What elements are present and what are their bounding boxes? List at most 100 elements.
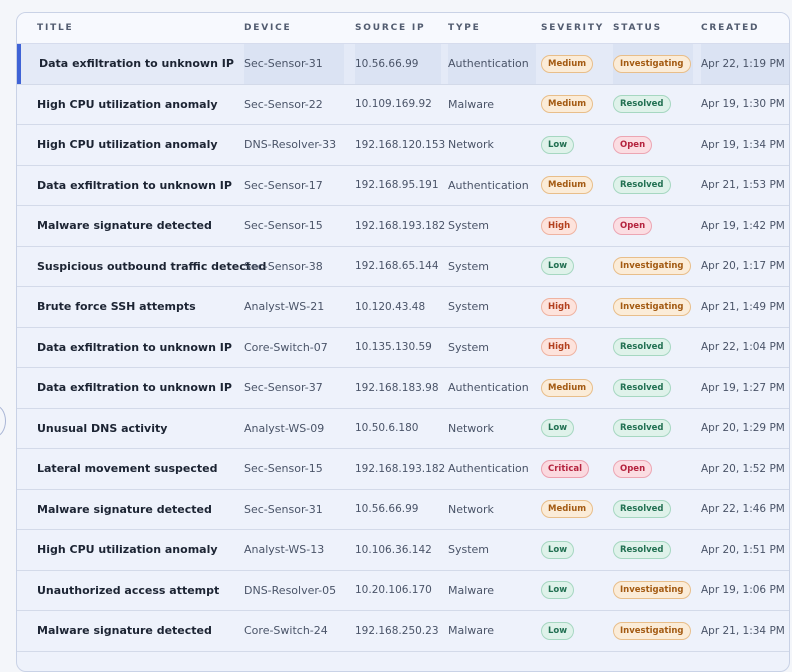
device-name: DNS-Resolver-33 [244,138,337,152]
source-ip: 192.168.65.144 [355,260,439,273]
table-row[interactable]: High CPU utilization anomaly DNS-Resolver… [17,125,789,166]
table-row[interactable]: Data exfiltration to unknown IP Sec-Senso… [17,44,789,85]
header-created[interactable]: CREATED [701,23,759,33]
created-timestamp: Apr 19, 1:06 PM [701,584,785,597]
table-row[interactable]: Suspicious outbound traffic detected Sec-… [17,246,789,287]
severity-badge: Critical [541,459,590,478]
alert-type: Malware [448,97,495,111]
severity-badge: Low [541,540,575,559]
device-name: Sec-Sensor-22 [244,97,323,111]
severity-cell: Low [541,247,575,287]
status-badge: Resolved [613,176,671,195]
table-row[interactable]: Unauthorized access attempt DNS-Resolver-… [17,570,789,611]
device-name: Core-Switch-24 [244,624,328,638]
device-name: Sec-Sensor-31 [244,57,323,71]
alert-title: Malware signature detected [37,624,212,638]
status-badge: Resolved [613,500,671,519]
alert-title: Data exfiltration to unknown IP [37,178,232,192]
collapse-handle[interactable] [0,405,6,437]
source-ip: 10.56.66.99 [355,57,419,70]
table-row[interactable]: Data exfiltration to unknown IP Sec-Senso… [17,368,789,409]
table-row[interactable]: Malware signature detected Sec-Sensor-31 1… [17,489,789,530]
source-ip: 10.106.36.142 [355,543,432,556]
table-row[interactable]: High CPU utilization anomaly Analyst-WS-1… [17,530,789,571]
table-row[interactable]: Unusual DNS activity Analyst-WS-09 10.50.6… [17,408,789,449]
created-timestamp: Apr 19, 1:34 PM [701,138,785,151]
table-row[interactable]: Data exfiltration to unknown IP Core-Swit… [17,327,789,368]
status-cell: Resolved [613,166,671,206]
alert-type: Malware [448,624,495,638]
status-badge: Investigating [613,621,691,640]
status-cell: Open [613,125,653,165]
severity-cell: Medium [541,166,594,206]
severity-cell: Low [541,530,575,570]
severity-badge: High [541,216,578,235]
source-ip: 10.120.43.48 [355,300,426,313]
table-row[interactable]: Data exfiltration to unknown IP Sec-Senso… [17,165,789,206]
table-row[interactable]: Malware signature detected Sec-Sensor-15 1… [17,206,789,247]
severity-cell: Low [541,125,575,165]
severity-badge: Low [541,581,575,600]
created-timestamp: Apr 22, 1:46 PM [701,503,785,516]
severity-cell: High [541,287,578,327]
severity-cell: Medium [541,368,594,408]
severity-cell: High [541,328,578,368]
header-title[interactable]: TITLE [37,23,74,33]
header-device[interactable]: DEVICE [244,23,292,33]
created-timestamp: Apr 20, 1:52 PM [701,462,785,475]
table-row[interactable]: Lateral movement suspected Sec-Sensor-15 1… [17,449,789,490]
status-cell: Resolved [613,409,671,449]
header-severity[interactable]: SEVERITY [541,23,604,33]
status-badge: Investigating [613,257,691,276]
status-cell: Open [613,449,653,489]
source-ip: 192.168.193.182 [355,219,446,232]
created-timestamp: Apr 22, 1:04 PM [701,341,785,354]
alert-type: Network [448,421,494,435]
device-name: Core-Switch-07 [244,340,328,354]
source-ip: 10.56.66.99 [355,503,419,516]
created-timestamp: Apr 20, 1:17 PM [701,260,785,273]
header-source-ip[interactable]: SOURCE IP [355,23,425,33]
status-cell: Resolved [613,530,671,570]
status-cell: Resolved [613,490,671,530]
device-name: Sec-Sensor-37 [244,381,323,395]
alert-title: Unusual DNS activity [37,421,168,435]
table-row[interactable]: High CPU utilization anomaly Sec-Sensor-2… [17,84,789,125]
alert-type: System [448,219,490,233]
severity-badge: Medium [541,378,594,397]
alert-type: Authentication [448,57,529,71]
device-name: Analyst-WS-09 [244,421,325,435]
alert-title: Data exfiltration to unknown IP [37,381,232,395]
created-timestamp: Apr 20, 1:29 PM [701,422,785,435]
status-badge: Open [613,459,653,478]
severity-badge: Low [541,257,575,276]
status-badge: Open [613,135,653,154]
severity-badge: Medium [541,500,594,519]
alert-type: Network [448,138,494,152]
device-name: Sec-Sensor-15 [244,219,323,233]
alert-title: High CPU utilization anomaly [37,138,218,152]
alerts-table: TITLE DEVICE SOURCE IP TYPE SEVERITY STA… [16,12,790,672]
severity-cell: High [541,206,578,246]
status-badge: Resolved [613,378,671,397]
alert-title: Malware signature detected [37,219,212,233]
device-name: Sec-Sensor-31 [244,502,323,516]
created-timestamp: Apr 20, 1:51 PM [701,543,785,556]
status-cell: Investigating [613,44,691,84]
severity-cell: Critical [541,449,590,489]
header-status[interactable]: STATUS [613,23,662,33]
table-row[interactable]: Brute force SSH attempts Analyst-WS-21 10.… [17,287,789,328]
alert-title: Malware signature detected [37,502,212,516]
table-row[interactable]: Malware signature detected Core-Switch-24… [17,611,789,652]
header-type[interactable]: TYPE [448,23,481,33]
severity-cell: Medium [541,85,594,125]
alert-type: System [448,543,490,557]
status-badge: Resolved [613,419,671,438]
table-header: TITLE DEVICE SOURCE IP TYPE SEVERITY STA… [17,13,789,44]
alert-type: Network [448,502,494,516]
status-badge: Resolved [613,95,671,114]
severity-badge: Low [541,621,575,640]
device-name: Sec-Sensor-15 [244,462,323,476]
created-timestamp: Apr 21, 1:49 PM [701,300,785,313]
status-badge: Resolved [613,338,671,357]
